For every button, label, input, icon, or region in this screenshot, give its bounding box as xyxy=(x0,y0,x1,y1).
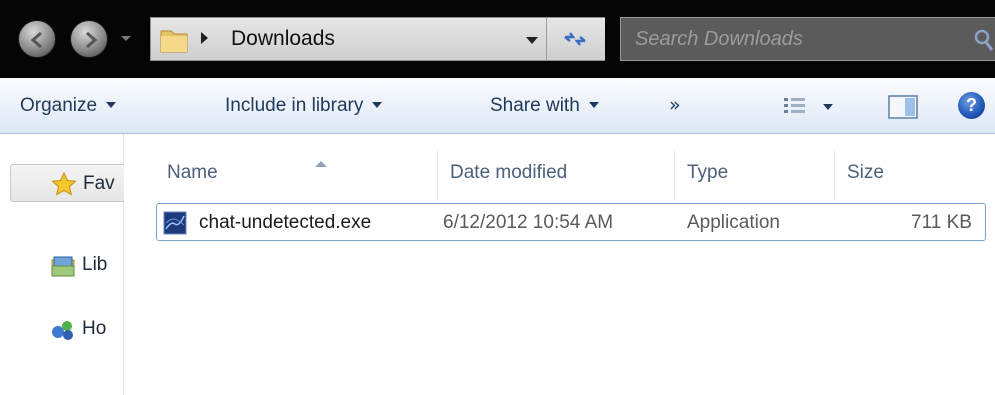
back-arrow-icon xyxy=(30,31,42,49)
search-placeholder: Search Downloads xyxy=(635,28,803,50)
title-bar: Downloads Search Downloads xyxy=(0,0,995,78)
star-icon xyxy=(51,172,77,196)
navigation-pane: Fav Lib Ho xyxy=(0,134,124,395)
column-header-date-modified[interactable]: Date modified xyxy=(438,150,675,200)
refresh-icon xyxy=(564,32,586,46)
include-in-library-label: Include in library xyxy=(225,95,364,116)
refresh-button[interactable] xyxy=(546,18,605,60)
file-type: Application xyxy=(687,212,780,233)
nav-label-homegroup: Ho xyxy=(82,318,107,339)
more-commands-button[interactable]: » xyxy=(669,94,681,116)
chevron-down-icon xyxy=(106,102,117,108)
breadcrumb-separator[interactable] xyxy=(201,32,208,44)
file-list: Name Date modified Type Size chat-undete… xyxy=(125,134,995,395)
chevron-down-icon xyxy=(372,102,383,108)
address-history-dropdown[interactable] xyxy=(526,37,538,44)
include-in-library-menu[interactable]: Include in library xyxy=(225,95,383,117)
nav-item-homegroup[interactable]: Ho xyxy=(0,310,124,350)
application-exe-icon xyxy=(163,211,187,235)
preview-pane-icon[interactable] xyxy=(887,94,919,120)
file-size: 711 KB xyxy=(911,212,972,233)
forward-arrow-icon xyxy=(86,31,98,49)
sort-ascending-icon xyxy=(315,161,327,167)
homegroup-icon xyxy=(52,321,73,340)
breadcrumb-downloads[interactable]: Downloads xyxy=(231,27,335,51)
address-bar[interactable]: Downloads xyxy=(150,17,605,61)
nav-label-favorites: Fav xyxy=(83,173,115,194)
file-date-modified: 6/12/2012 10:54 AM xyxy=(443,212,614,233)
library-icon xyxy=(51,256,75,277)
nav-label-libraries: Lib xyxy=(82,254,108,275)
nav-item-favorites[interactable]: Fav xyxy=(10,164,124,202)
forward-button[interactable] xyxy=(70,20,108,58)
column-size-label: Size xyxy=(847,162,884,183)
folder-icon xyxy=(160,30,188,53)
help-icon[interactable]: ? xyxy=(958,92,985,119)
column-date-label: Date modified xyxy=(450,162,568,183)
column-header-size[interactable]: Size xyxy=(835,150,990,200)
file-name: chat-undetected.exe xyxy=(199,212,372,233)
file-row[interactable]: chat-undetected.exe 6/12/2012 10:54 AM A… xyxy=(156,203,986,241)
views-icon[interactable] xyxy=(782,95,808,117)
search-icon[interactable] xyxy=(973,28,995,52)
column-type-label: Type xyxy=(687,162,729,183)
nav-item-libraries[interactable]: Lib xyxy=(0,246,124,286)
views-dropdown[interactable] xyxy=(823,104,833,110)
organize-label: Organize xyxy=(20,95,98,116)
search-box[interactable]: Search Downloads xyxy=(620,17,995,61)
share-with-menu[interactable]: Share with xyxy=(490,95,599,117)
chevron-down-icon xyxy=(588,102,599,108)
recent-pages-dropdown[interactable] xyxy=(118,32,134,46)
column-header-name[interactable]: Name xyxy=(155,150,438,200)
organize-menu[interactable]: Organize xyxy=(20,95,117,117)
share-with-label: Share with xyxy=(490,95,580,116)
command-bar: Organize Include in library Share with »… xyxy=(0,78,995,134)
column-header-type[interactable]: Type xyxy=(675,150,835,200)
column-name-label: Name xyxy=(167,162,218,183)
back-button[interactable] xyxy=(18,20,56,58)
